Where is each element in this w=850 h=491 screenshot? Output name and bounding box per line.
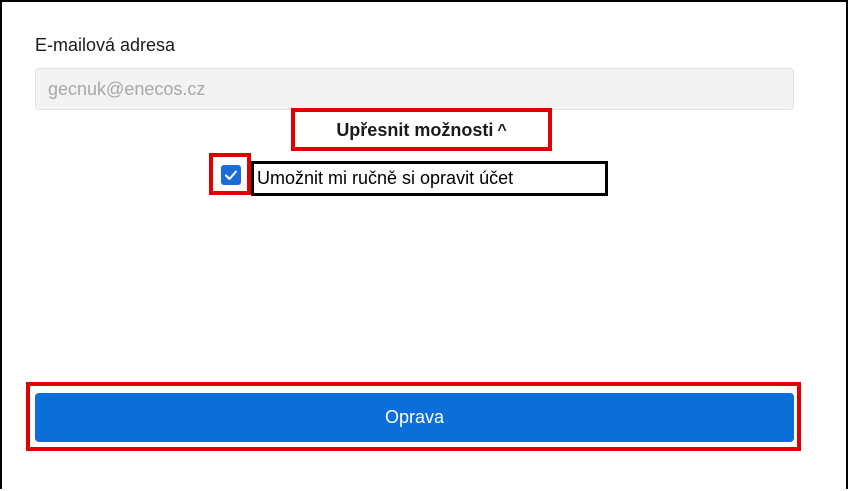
dialog-panel: E-mailová adresa Upřesnit možnosti ^ Umo… (0, 0, 848, 489)
chevron-up-icon: ^ (497, 122, 507, 139)
manual-fix-label[interactable]: Umožnit mi ručně si opravit účet (251, 161, 608, 196)
repair-button[interactable]: Oprava (35, 393, 794, 442)
manual-fix-checkbox-area (209, 153, 251, 195)
refine-options-label: Upřesnit možnosti (336, 119, 494, 140)
manual-fix-checkbox[interactable] (221, 165, 241, 185)
checkmark-icon (225, 170, 237, 180)
email-label: E-mailová adresa (35, 35, 176, 55)
refine-options-toggle[interactable]: Upřesnit možnosti ^ (294, 110, 549, 150)
email-field[interactable] (35, 68, 794, 110)
